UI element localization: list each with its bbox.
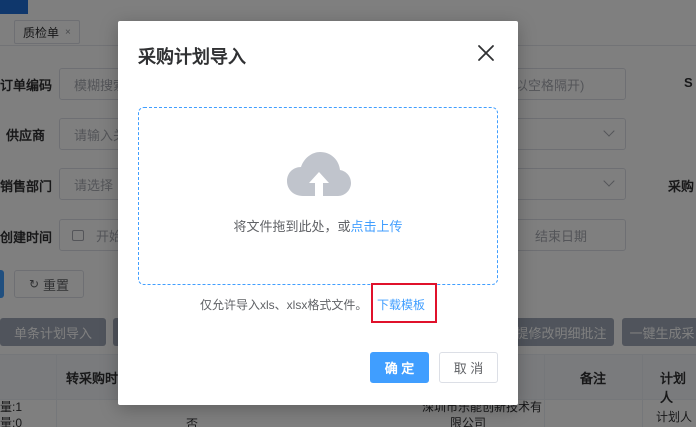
dropzone-text: 将文件拖到此处，或点击上传 (139, 216, 497, 235)
drop-instruction: 将文件拖到此处，或 (233, 219, 351, 234)
click-upload-link[interactable]: 点击上传 (351, 219, 403, 234)
upload-dropzone[interactable]: 将文件拖到此处，或点击上传 (138, 107, 498, 285)
download-template-link[interactable]: 下载模板 (377, 296, 425, 313)
confirm-button[interactable]: 确 定 (370, 352, 429, 383)
cancel-button[interactable]: 取 消 (439, 352, 498, 383)
upload-cloud-icon (287, 152, 351, 196)
dialog-title: 采购计划导入 (138, 47, 246, 67)
close-icon[interactable] (474, 41, 498, 65)
import-dialog: 采购计划导入 将文件拖到此处，或点击上传 仅允许导入xls、xlsx格式文件。 … (118, 21, 518, 405)
file-format-hint: 仅允许导入xls、xlsx格式文件。 (200, 298, 368, 312)
